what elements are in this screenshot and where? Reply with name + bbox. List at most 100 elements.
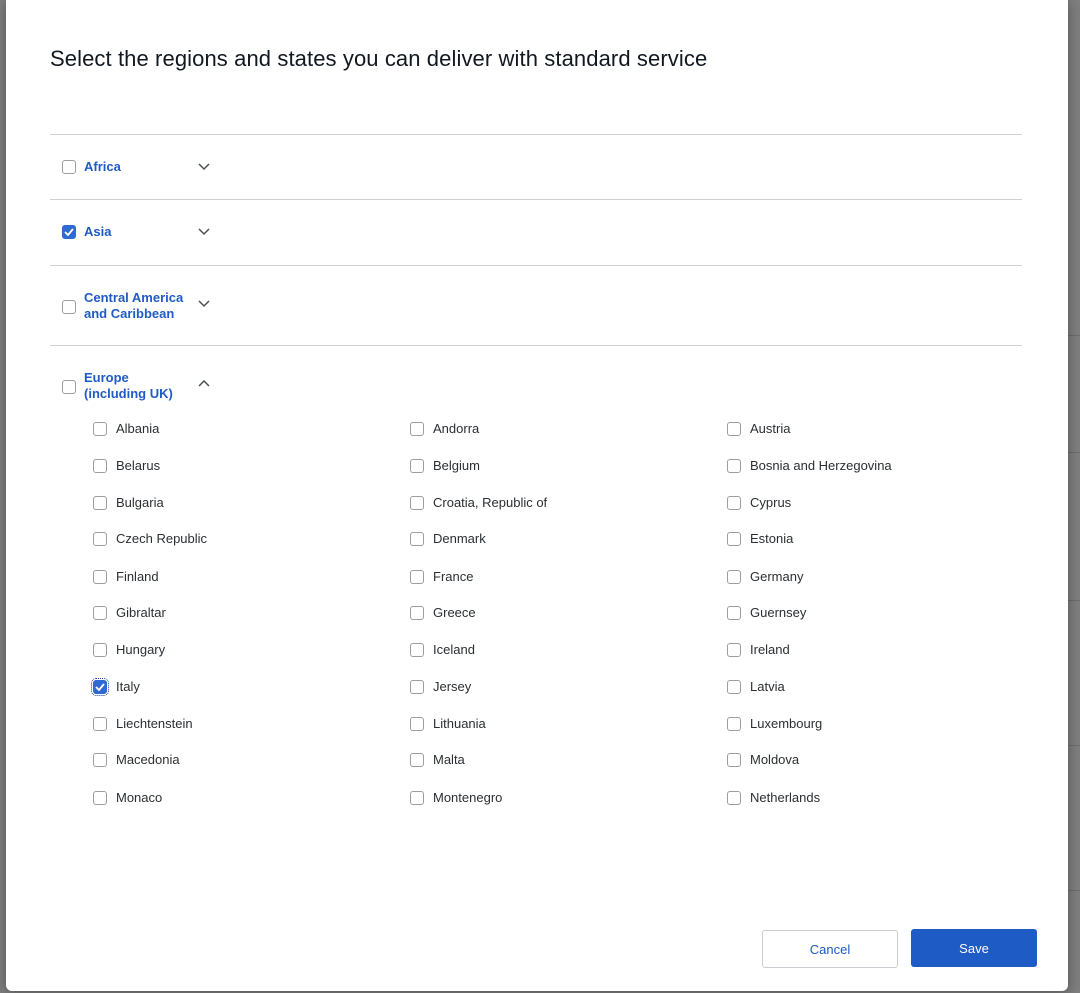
country-option-bosnia-and-herzegovina[interactable]: Bosnia and Herzegovina [727, 458, 892, 473]
country-checkbox[interactable] [410, 679, 424, 694]
region-checkbox-africa[interactable] [62, 160, 76, 174]
country-checkbox[interactable] [410, 752, 424, 767]
region-row-africa: Africa [62, 159, 121, 175]
country-label: Italy [116, 679, 140, 694]
country-checkbox[interactable] [727, 642, 741, 657]
region-label-asia[interactable]: Asia [84, 224, 111, 240]
country-checkbox[interactable] [727, 679, 741, 694]
country-checkbox[interactable] [93, 495, 107, 510]
country-label: Denmark [433, 531, 486, 546]
region-checkbox-central-america[interactable] [62, 300, 76, 314]
country-option-jersey[interactable]: Jersey [410, 679, 471, 694]
country-label: Hungary [116, 642, 166, 657]
country-checkbox[interactable] [91, 677, 109, 696]
country-option-bulgaria[interactable]: Bulgaria [93, 495, 164, 510]
chevron-down-icon[interactable] [197, 227, 211, 237]
country-option-latvia[interactable]: Latvia [727, 679, 785, 694]
country-checkbox[interactable] [727, 569, 741, 584]
country-option-ireland[interactable]: Ireland [727, 642, 790, 657]
country-checkbox[interactable] [93, 752, 107, 767]
country-checkbox[interactable] [727, 458, 741, 473]
country-label: Liechtenstein [116, 716, 193, 731]
region-name: Africa [84, 159, 121, 174]
country-option-austria[interactable]: Austria [727, 421, 790, 436]
save-button[interactable]: Save [911, 929, 1037, 967]
country-checkbox[interactable] [410, 421, 424, 436]
country-checkbox[interactable] [93, 716, 107, 731]
country-option-albania[interactable]: Albania [93, 421, 159, 436]
country-label: Malta [433, 752, 465, 767]
country-option-france[interactable]: France [410, 569, 473, 584]
country-checkbox[interactable] [93, 531, 107, 546]
country-checkbox[interactable] [410, 716, 424, 731]
cancel-button[interactable]: Cancel [762, 930, 898, 968]
background-divider [1068, 745, 1080, 746]
country-checkbox[interactable] [727, 421, 741, 436]
country-checkbox[interactable] [727, 605, 741, 620]
region-name-line2: and Caribbean [84, 306, 175, 321]
chevron-down-icon[interactable] [197, 299, 211, 309]
country-checkbox[interactable] [727, 790, 741, 805]
country-label: Belarus [116, 458, 161, 473]
country-option-guernsey[interactable]: Guernsey [727, 605, 806, 620]
country-label: Bosnia and Herzegovina [750, 458, 892, 473]
region-row-europe: Europe (including UK) [62, 370, 173, 402]
country-option-lithuania[interactable]: Lithuania [410, 716, 486, 731]
country-option-estonia[interactable]: Estonia [727, 531, 793, 546]
country-option-moldova[interactable]: Moldova [727, 752, 799, 767]
country-option-hungary[interactable]: Hungary [93, 642, 165, 657]
country-checkbox[interactable] [410, 531, 424, 546]
country-option-monaco[interactable]: Monaco [93, 790, 162, 805]
country-checkbox[interactable] [410, 642, 424, 657]
country-checkbox[interactable] [727, 716, 741, 731]
country-checkbox[interactable] [410, 569, 424, 584]
country-option-macedonia[interactable]: Macedonia [93, 752, 180, 767]
country-label: Finland [116, 569, 159, 584]
region-label-central-america[interactable]: Central America and Caribbean [84, 290, 183, 322]
country-option-andorra[interactable]: Andorra [410, 421, 479, 436]
country-checkbox[interactable] [727, 531, 741, 546]
country-option-belarus[interactable]: Belarus [93, 458, 160, 473]
country-checkbox[interactable] [410, 458, 424, 473]
country-option-croatia-republic-of[interactable]: Croatia, Republic of [410, 495, 547, 510]
country-option-luxembourg[interactable]: Luxembourg [727, 716, 822, 731]
country-option-italy[interactable]: Italy [91, 677, 140, 696]
country-checkbox[interactable] [410, 605, 424, 620]
country-option-czech-republic[interactable]: Czech Republic [93, 531, 207, 546]
background-divider [1068, 335, 1080, 336]
country-label: Estonia [750, 531, 794, 546]
country-option-germany[interactable]: Germany [727, 569, 803, 584]
region-checkbox-asia[interactable] [62, 225, 76, 239]
background-divider [1068, 890, 1080, 891]
country-option-finland[interactable]: Finland [93, 569, 159, 584]
country-checkbox[interactable] [727, 495, 741, 510]
region-label-africa[interactable]: Africa [84, 159, 121, 175]
country-option-greece[interactable]: Greece [410, 605, 476, 620]
country-checkbox[interactable] [93, 642, 107, 657]
country-option-cyprus[interactable]: Cyprus [727, 495, 791, 510]
country-option-liechtenstein[interactable]: Liechtenstein [93, 716, 193, 731]
country-label: Guernsey [750, 605, 807, 620]
chevron-down-icon[interactable] [197, 162, 211, 172]
country-checkbox[interactable] [93, 421, 107, 436]
country-option-belgium[interactable]: Belgium [410, 458, 480, 473]
country-checkbox[interactable] [93, 790, 107, 805]
country-label: Ireland [750, 642, 790, 657]
country-option-iceland[interactable]: Iceland [410, 642, 475, 657]
country-option-malta[interactable]: Malta [410, 752, 465, 767]
country-checkbox[interactable] [93, 605, 107, 620]
country-checkbox[interactable] [410, 495, 424, 510]
country-checkbox[interactable] [93, 569, 107, 584]
region-label-europe[interactable]: Europe (including UK) [84, 370, 173, 402]
region-name-line2: (including UK) [84, 386, 173, 401]
country-option-montenegro[interactable]: Montenegro [410, 790, 502, 805]
country-checkbox[interactable] [93, 458, 107, 473]
country-label: Germany [750, 569, 804, 584]
country-option-netherlands[interactable]: Netherlands [727, 790, 820, 805]
country-option-denmark[interactable]: Denmark [410, 531, 486, 546]
country-option-gibraltar[interactable]: Gibraltar [93, 605, 166, 620]
region-checkbox-europe[interactable] [62, 380, 76, 394]
country-checkbox[interactable] [410, 790, 424, 805]
country-checkbox[interactable] [727, 752, 741, 767]
chevron-up-icon[interactable] [197, 378, 211, 388]
